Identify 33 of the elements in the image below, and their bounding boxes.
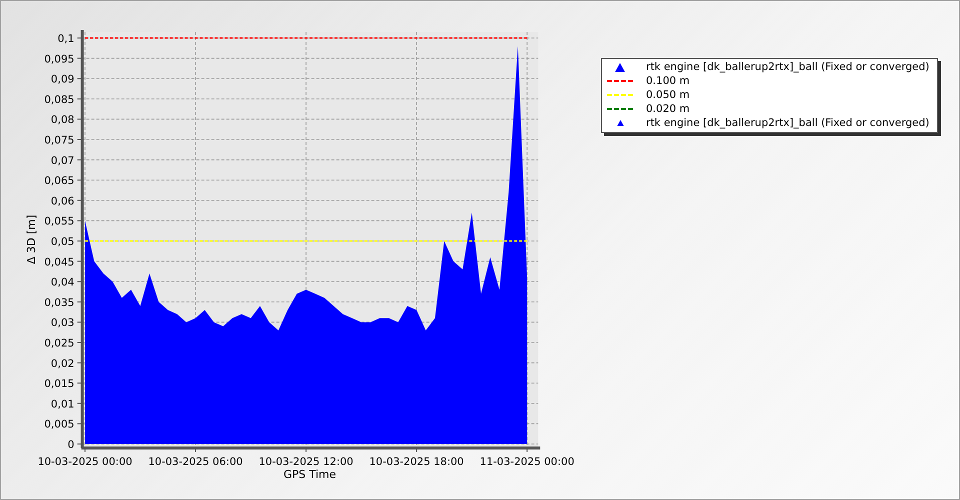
legend-label: rtk engine [dk_ballerup2rtx]_ball (Fixed or converged) [646, 61, 930, 73]
x-tick-label: 10-03-2025 06:00 [148, 456, 243, 468]
legend-label: 0.100 m [646, 75, 690, 87]
y-tick-label: 0,025 [44, 338, 74, 350]
y-tick-label: 0,055 [44, 216, 74, 228]
y-tick-label: 0,1 [58, 33, 74, 45]
legend-label: rtk engine [dk_ballerup2rtx]_ball (Fixed or converged) [646, 117, 930, 129]
x-tick-label: 10-03-2025 12:00 [258, 456, 354, 468]
y-tick-label: 0,085 [44, 94, 74, 106]
legend-label: 0.020 m [646, 103, 690, 115]
y-tick-label: 0,06 [50, 195, 74, 208]
y-tick-label: 0,01 [50, 398, 74, 410]
x-axis-title: GPS Time [283, 468, 336, 481]
y-tick-label: 0,065 [44, 175, 74, 188]
y-tick-label: 0,095 [44, 53, 74, 66]
y-tick-label: 0,07 [50, 154, 74, 167]
y-tick-label: 0 [68, 439, 74, 451]
y-tick-label: 0,015 [44, 378, 74, 390]
legend-label: 0.050 m [646, 89, 690, 101]
y-tick-label: 0,03 [50, 317, 74, 330]
y-tick-label: 0,005 [44, 418, 74, 431]
y-axis-title: Δ 3D [m] [25, 214, 38, 264]
x-tick-label: 10-03-2025 18:00 [369, 456, 464, 468]
y-tick-label: 0,02 [50, 358, 74, 370]
y-tick-label: 0,05 [50, 236, 74, 248]
y-tick-label: 0,045 [44, 256, 74, 268]
y-tick-label: 0,08 [50, 114, 74, 126]
y-tick-label: 0,09 [50, 74, 74, 86]
x-tick-label: 10-03-2025 00:00 [38, 456, 132, 468]
y-tick-label: 0,075 [44, 134, 74, 146]
x-tick-label: 11-03-2025 00:00 [480, 456, 574, 468]
y-tick-label: 0,035 [44, 296, 74, 309]
y-tick-label: 0,04 [50, 276, 74, 289]
